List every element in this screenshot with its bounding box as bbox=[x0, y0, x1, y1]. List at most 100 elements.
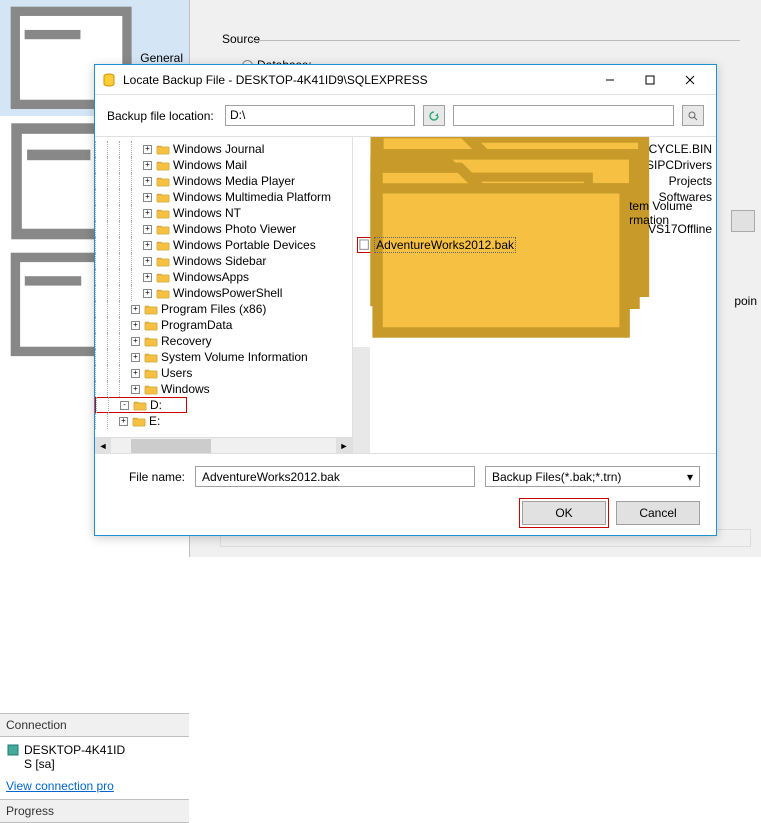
tree-node[interactable]: + WindowsPowerShell bbox=[95, 285, 352, 301]
server-icon bbox=[6, 743, 20, 757]
expand-toggle[interactable]: + bbox=[143, 225, 152, 234]
list-folder[interactable]: VS17Offline bbox=[357, 221, 712, 237]
ok-button[interactable]: OK bbox=[522, 501, 606, 525]
scroll-left-button[interactable]: ◄ bbox=[95, 438, 111, 454]
expand-toggle[interactable]: + bbox=[143, 161, 152, 170]
tree-node[interactable]: + Windows bbox=[95, 381, 352, 397]
tree-node[interactable]: +Windows Journal bbox=[95, 141, 352, 157]
filetype-value: Backup Files(*.bak;*.trn) bbox=[492, 470, 621, 484]
filename-label: File name: bbox=[111, 470, 185, 484]
list-label: AdventureWorks2012.bak bbox=[374, 237, 516, 253]
expand-toggle[interactable]: + bbox=[119, 417, 128, 426]
tree-node[interactable]: + Windows Mail bbox=[95, 157, 352, 173]
expand-toggle[interactable]: + bbox=[131, 337, 140, 346]
expand-toggle[interactable]: + bbox=[143, 289, 152, 298]
filename-input[interactable]: AdventureWorks2012.bak bbox=[195, 466, 475, 487]
tree-label: Windows NT bbox=[173, 206, 241, 220]
view-connection-link[interactable]: View connection pro bbox=[0, 773, 189, 799]
tree-label: Windows Multimedia Platform bbox=[173, 190, 331, 204]
tree-label: Windows Mail bbox=[173, 158, 247, 172]
titlebar: Locate Backup File - DESKTOP-4K41ID9\SQL… bbox=[95, 65, 716, 95]
tree-node[interactable]: + Windows Sidebar bbox=[95, 253, 352, 269]
expand-toggle[interactable]: + bbox=[131, 353, 140, 362]
dialog-bottom: File name: AdventureWorks2012.bak Backup… bbox=[95, 454, 716, 537]
close-icon bbox=[685, 75, 695, 85]
tree-drive[interactable]: + E: bbox=[95, 413, 352, 429]
expand-toggle[interactable]: + bbox=[143, 145, 152, 154]
tree-node[interactable]: + WindowsApps bbox=[95, 269, 352, 285]
tree-node[interactable]: + Windows Photo Viewer bbox=[95, 221, 352, 237]
tree-drive[interactable]: - D: bbox=[95, 397, 187, 413]
cancel-button[interactable]: Cancel bbox=[616, 501, 700, 525]
bg-button[interactable] bbox=[731, 210, 755, 232]
tree-node[interactable]: + Windows Multimedia Platform bbox=[95, 189, 352, 205]
tree-node[interactable]: +ProgramData bbox=[95, 317, 352, 333]
source-label: Source bbox=[222, 32, 260, 46]
expand-toggle[interactable]: + bbox=[143, 241, 152, 250]
tree-node[interactable]: + Recovery bbox=[95, 333, 352, 349]
filename-value: AdventureWorks2012.bak bbox=[202, 470, 340, 484]
location-input[interactable]: D:\ bbox=[225, 105, 415, 126]
tree-node[interactable]: + System Volume Information bbox=[95, 349, 352, 365]
expand-toggle[interactable]: + bbox=[143, 209, 152, 218]
close-button[interactable] bbox=[670, 68, 710, 92]
location-toolbar: Backup file location: D:\ bbox=[95, 95, 716, 136]
tree-hscrollbar[interactable]: ◄ ► bbox=[95, 437, 352, 453]
chevron-down-icon: ▾ bbox=[687, 470, 693, 484]
filetype-dropdown[interactable]: Backup Files(*.bak;*.trn) ▾ bbox=[485, 466, 700, 487]
tree-label: Recovery bbox=[161, 334, 212, 348]
tree-label: Windows Photo Viewer bbox=[173, 222, 296, 236]
maximize-icon bbox=[645, 75, 655, 85]
tree-node[interactable]: + Program Files (x86) bbox=[95, 301, 352, 317]
expand-toggle[interactable]: + bbox=[131, 369, 140, 378]
tree-label: Windows Portable Devices bbox=[173, 238, 316, 252]
tree-label: Windows bbox=[161, 382, 210, 396]
list-file-selected[interactable]: AdventureWorks2012.bak bbox=[357, 237, 517, 253]
cancel-label: Cancel bbox=[639, 506, 676, 520]
tree-node[interactable]: + Windows NT bbox=[95, 205, 352, 221]
scroll-right-button[interactable]: ► bbox=[336, 438, 352, 454]
tree-node[interactable]: + Windows Portable Devices bbox=[95, 237, 352, 253]
search-button[interactable] bbox=[682, 105, 704, 126]
list-label: VS17Offline bbox=[648, 222, 712, 236]
server-label: DESKTOP-4K41ID S [sa] bbox=[24, 743, 125, 771]
tree-label: Program Files (x86) bbox=[161, 302, 266, 316]
search-icon bbox=[687, 110, 699, 122]
folder-tree[interactable]: +Windows Journal+Windows Mail+Windows Me… bbox=[95, 137, 353, 453]
server-name: DESKTOP-4K41ID S [sa] bbox=[0, 737, 189, 773]
tree-label: E: bbox=[149, 414, 160, 428]
expand-toggle[interactable]: + bbox=[143, 193, 152, 202]
page-label: General bbox=[140, 51, 183, 65]
tree-label: System Volume Information bbox=[161, 350, 308, 364]
minimize-icon bbox=[605, 75, 615, 85]
progress-header: Progress bbox=[0, 799, 189, 823]
expand-toggle[interactable]: + bbox=[143, 257, 152, 266]
db-icon bbox=[101, 72, 117, 88]
minimize-button[interactable] bbox=[590, 68, 630, 92]
list-vscrollbar[interactable] bbox=[353, 347, 370, 453]
expand-toggle[interactable]: + bbox=[143, 273, 152, 282]
tree-node[interactable]: +Windows Media Player bbox=[95, 173, 352, 189]
truncated-text: poin bbox=[734, 294, 757, 308]
location-label: Backup file location: bbox=[107, 109, 217, 123]
tree-label: WindowsApps bbox=[173, 270, 249, 284]
expand-toggle[interactable]: + bbox=[143, 177, 152, 186]
expand-toggle[interactable]: + bbox=[131, 385, 140, 394]
tree-label: D: bbox=[150, 398, 162, 412]
search-input[interactable] bbox=[453, 105, 674, 126]
scroll-thumb[interactable] bbox=[131, 439, 211, 453]
tree-node[interactable]: +Users bbox=[95, 365, 352, 381]
tree-label: WindowsPowerShell bbox=[173, 286, 282, 300]
refresh-button[interactable] bbox=[423, 105, 445, 126]
dialog-title: Locate Backup File - DESKTOP-4K41ID9\SQL… bbox=[123, 73, 590, 87]
ok-label: OK bbox=[555, 506, 572, 520]
file-list[interactable]: $RECYCLE.BINNewMSIPCDriversProjectsSoftw… bbox=[353, 137, 716, 453]
maximize-button[interactable] bbox=[630, 68, 670, 92]
expand-toggle[interactable]: + bbox=[131, 321, 140, 330]
location-value: D:\ bbox=[230, 108, 245, 122]
tree-label: Windows Sidebar bbox=[173, 254, 266, 268]
list-label: Projects bbox=[669, 174, 712, 188]
expand-toggle[interactable]: - bbox=[120, 401, 129, 410]
expand-toggle[interactable]: + bbox=[131, 305, 140, 314]
locate-backup-dialog: Locate Backup File - DESKTOP-4K41ID9\SQL… bbox=[94, 64, 717, 536]
